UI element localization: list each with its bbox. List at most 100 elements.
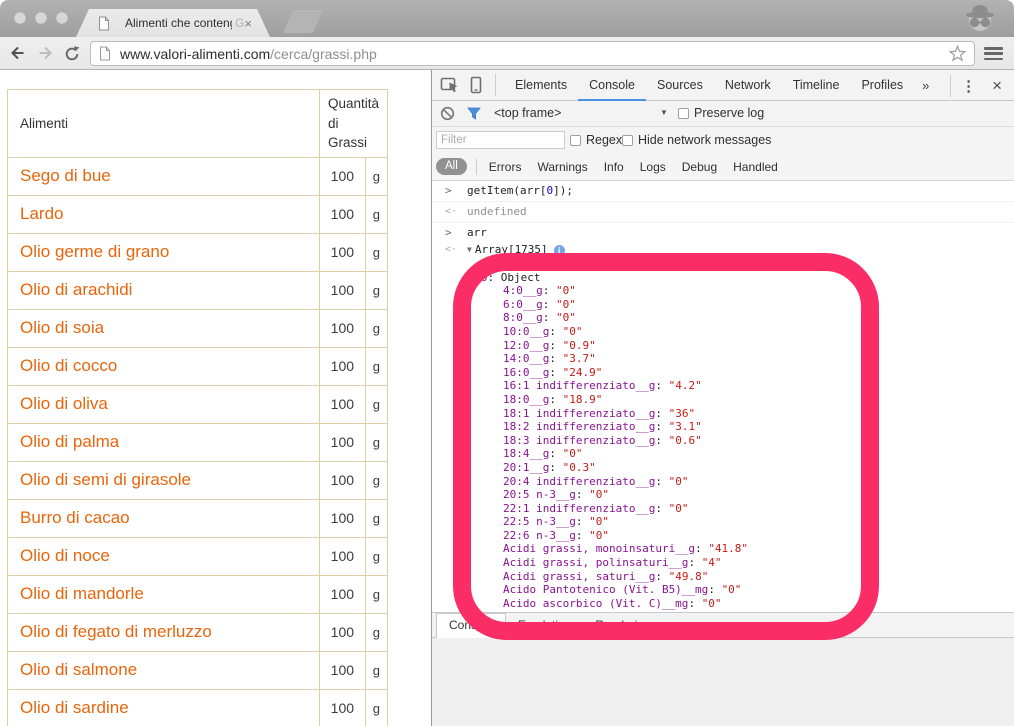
food-link[interactable]: Olio di cocco	[8, 347, 320, 385]
food-unit: g	[365, 613, 387, 651]
level-logs[interactable]: Logs	[640, 160, 666, 174]
regex-checkbox[interactable]	[570, 135, 581, 146]
prompt-in-icon: >	[445, 226, 452, 240]
back-button[interactable]	[9, 45, 26, 66]
regex-toggle[interactable]: Regex	[570, 133, 622, 147]
console-property-row[interactable]: 12:0__g: "0.9"	[467, 339, 1014, 353]
food-link[interactable]: Olio germe di grano	[8, 233, 320, 271]
console-property-row[interactable]: 18:3 indifferenziato__g: "0.6"	[467, 434, 1014, 448]
disclosure-triangle-icon[interactable]: ▼	[480, 259, 485, 268]
console-property-row[interactable]: 16:1 indifferenziato__g: "4.2"	[467, 379, 1014, 393]
console-property-row[interactable]: 16:0__g: "24.9"	[467, 366, 1014, 380]
reload-button[interactable]	[64, 46, 80, 67]
console-output[interactable]: >getItem(arr[0]); <·undefined >arr <·▼Ar…	[432, 181, 1014, 612]
drawer-tab-emulation[interactable]: Emulation	[506, 614, 583, 637]
food-link[interactable]: Olio di fegato di merluzzo	[8, 613, 320, 651]
food-link[interactable]: Olio di soia	[8, 309, 320, 347]
property-name: 18:2 indifferenziato__g	[503, 420, 655, 433]
close-window-button[interactable]	[14, 12, 26, 24]
drawer-tab-rendering[interactable]: Rendering	[583, 614, 662, 637]
food-quantity: 100	[320, 651, 366, 689]
bookmark-star-icon[interactable]	[949, 45, 966, 62]
drawer-tab-console[interactable]: Console	[436, 613, 506, 638]
console-property-row[interactable]: Acidi grassi, monoinsaturi__g: "41.8"	[467, 542, 1014, 556]
address-bar[interactable]: www.valori-alimenti.com/cerca/grassi.php	[90, 41, 975, 66]
drawer-body	[432, 638, 1014, 726]
disclosure-triangle-icon[interactable]: ▼	[473, 273, 478, 282]
filter-input[interactable]	[436, 131, 565, 149]
tab-profiles[interactable]: Profiles	[850, 70, 914, 101]
food-link[interactable]: Olio di sardine	[8, 689, 320, 726]
console-property-row[interactable]: 20:1__g: "0.3"	[467, 461, 1014, 475]
more-tabs-chevron-icon[interactable]: »	[914, 78, 937, 93]
chrome-menu-icon[interactable]	[984, 47, 1003, 63]
frame-selector-caret-icon[interactable]: ▼	[660, 108, 668, 117]
console-property-row[interactable]: 18:0__g: "18.9"	[467, 393, 1014, 407]
tab-sources[interactable]: Sources	[646, 70, 714, 101]
console-property-row[interactable]: 20:5 n-3__g: "0"	[467, 488, 1014, 502]
level-debug[interactable]: Debug	[682, 160, 717, 174]
clear-console-icon[interactable]	[440, 106, 455, 124]
tab-timeline[interactable]: Timeline	[782, 70, 851, 101]
new-tab-button[interactable]	[283, 10, 323, 33]
devtools-close-icon[interactable]: ×	[992, 77, 1002, 94]
tab-title: Alimenti che contengono	[125, 16, 232, 30]
tab-console[interactable]: Console	[578, 70, 646, 101]
console-property-row[interactable]: 10:0__g: "0"	[467, 325, 1014, 339]
food-link[interactable]: Lardo	[8, 195, 320, 233]
device-toolbar-icon[interactable]	[469, 76, 483, 94]
tab-close-icon[interactable]: ×	[244, 17, 252, 30]
console-property-row[interactable]: 18:2 indifferenziato__g: "3.1"	[467, 420, 1014, 434]
level-info[interactable]: Info	[604, 160, 624, 174]
frame-selector[interactable]: <top frame>	[494, 106, 561, 120]
console-property-row[interactable]: 22:5 n-3__g: "0"	[467, 515, 1014, 529]
property-name: 6:0__g	[503, 298, 543, 311]
food-link[interactable]: Olio di noce	[8, 537, 320, 575]
browser-tab[interactable]: Alimenti che contengono G ×	[76, 9, 270, 37]
hide-network-toggle[interactable]: Hide network messages	[622, 133, 771, 147]
filter-funnel-icon[interactable]	[467, 107, 481, 123]
food-link[interactable]: Olio di palma	[8, 423, 320, 461]
console-property-row[interactable]: Acido Pantotenico (Vit. B5)__mg: "0"	[467, 583, 1014, 597]
console-property-row[interactable]: 20:4 indifferenziato__g: "0"	[467, 475, 1014, 489]
level-all[interactable]: All	[436, 158, 467, 175]
property-name: Acido Pantotenico (Vit. B5)__mg	[503, 583, 708, 596]
level-handled[interactable]: Handled	[733, 160, 778, 174]
console-property-row[interactable]: Acido ascorbico (Vit. C)__mg: "0"	[467, 597, 1014, 611]
food-link[interactable]: Olio di semi di girasole	[8, 461, 320, 499]
food-link[interactable]: Olio di oliva	[8, 385, 320, 423]
minimize-window-button[interactable]	[35, 12, 47, 24]
console-property-row[interactable]: 18:1 indifferenziato__g: "36"	[467, 407, 1014, 421]
property-name: 22:6 n-3__g	[503, 529, 576, 542]
disclosure-triangle-icon[interactable]: ▼	[467, 245, 472, 254]
console-property-row[interactable]: 22:6 n-3__g: "0"	[467, 529, 1014, 543]
tab-elements[interactable]: Elements	[504, 70, 578, 101]
hide-network-checkbox[interactable]	[622, 135, 633, 146]
property-name: 18:4__g	[503, 447, 549, 460]
object-row[interactable]: ▼0: Object	[467, 271, 1014, 285]
food-link[interactable]: Olio di mandorle	[8, 575, 320, 613]
tab-network[interactable]: Network	[714, 70, 782, 101]
preserve-log-checkbox[interactable]	[678, 108, 689, 119]
food-link[interactable]: Sego di bue	[8, 157, 320, 195]
console-array-result[interactable]: <·▼Array[1735]i	[432, 240, 1014, 257]
food-link[interactable]: Olio di arachidi	[8, 271, 320, 309]
console-property-row[interactable]: Acidi grassi, saturi__g: "49.8"	[467, 570, 1014, 584]
console-property-row[interactable]: 6:0__g: "0"	[467, 298, 1014, 312]
level-errors[interactable]: Errors	[489, 160, 522, 174]
console-property-row[interactable]: Acidi grassi, polinsaturi__g: "4"	[467, 556, 1014, 570]
console-property-row[interactable]: 18:4__g: "0"	[467, 447, 1014, 461]
forward-button[interactable]	[37, 45, 54, 66]
inspect-element-icon[interactable]	[440, 76, 460, 94]
console-property-row[interactable]: 22:1 indifferenziato__g: "0"	[467, 502, 1014, 516]
console-property-row[interactable]: 4:0__g: "0"	[467, 284, 1014, 298]
food-link[interactable]: Olio di salmone	[8, 651, 320, 689]
console-property-row[interactable]: 14:0__g: "3.7"	[467, 352, 1014, 366]
preserve-log-toggle[interactable]: Preserve log	[678, 106, 764, 120]
level-warnings[interactable]: Warnings	[537, 160, 587, 174]
array-range-row[interactable]: ▼[0 … 99]	[467, 257, 1014, 271]
console-property-row[interactable]: 8:0__g: "0"	[467, 311, 1014, 325]
food-link[interactable]: Burro di cacao	[8, 499, 320, 537]
devtools-menu-icon[interactable]: ⋮	[961, 77, 976, 95]
zoom-window-button[interactable]	[56, 12, 68, 24]
